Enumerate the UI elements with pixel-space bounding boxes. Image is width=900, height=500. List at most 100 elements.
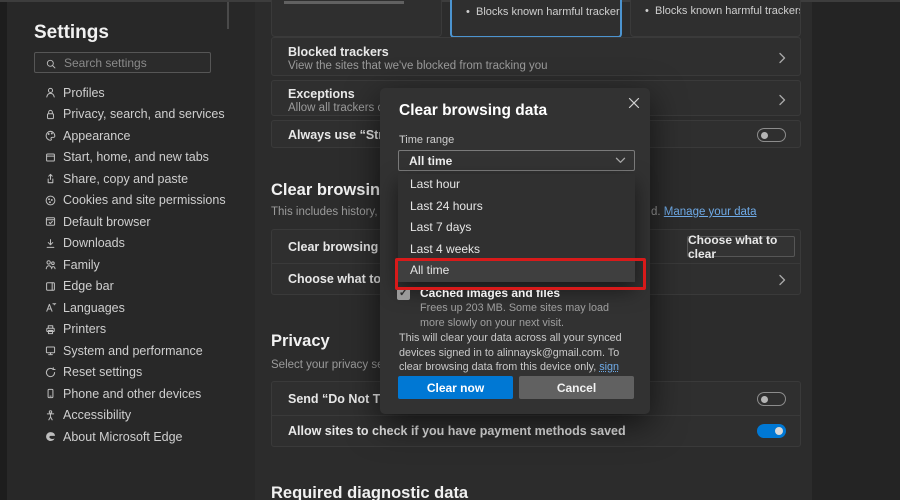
privacy-section-title: Privacy	[271, 332, 330, 351]
default-browser-icon	[44, 215, 57, 228]
sidebar-item-profiles[interactable]: Profiles	[44, 82, 244, 104]
sidebar-item-accessibility[interactable]: Accessibility	[44, 405, 244, 427]
choose-what-to-clear-button[interactable]: Choose what to clear	[687, 236, 795, 257]
edge-logo-icon	[44, 430, 57, 443]
sidebar-item-edge-bar[interactable]: Edge bar	[44, 276, 244, 298]
sidebar-item-label: Privacy, search, and services	[63, 107, 225, 121]
sidebar-item-reset[interactable]: Reset settings	[44, 362, 244, 384]
sidebar-nav: Profiles Privacy, search, and services A…	[44, 82, 244, 448]
appearance-icon	[44, 129, 57, 142]
payment-methods-toggle[interactable]	[757, 424, 786, 438]
sidebar-item-label: Languages	[63, 301, 125, 315]
privacy-icon	[44, 108, 57, 121]
cancel-button[interactable]: Cancel	[519, 376, 634, 399]
sidebar-item-system[interactable]: System and performance	[44, 340, 244, 362]
option-last-4-weeks[interactable]: Last 4 weeks	[398, 239, 635, 261]
dialog-title: Clear browsing data	[399, 102, 547, 120]
sync-note-text: This will clear your data across all you…	[399, 332, 622, 373]
sidebar-item-label: Share, copy and paste	[63, 172, 188, 186]
accessibility-icon	[44, 409, 57, 422]
profiles-icon	[44, 86, 57, 99]
sidebar-item-label: Appearance	[63, 129, 130, 143]
sidebar-item-start-home[interactable]: Start, home, and new tabs	[44, 147, 244, 169]
search-input[interactable]: Search settings	[34, 52, 211, 73]
card-bullet-text: Blocks known harmful trackers	[476, 6, 622, 18]
option-last-hour[interactable]: Last hour	[398, 174, 635, 196]
sidebar-item-label: Family	[63, 258, 100, 272]
bullet-glyph: •	[645, 5, 649, 17]
clipped-text-line	[284, 1, 404, 4]
chevron-right-icon[interactable]	[778, 93, 788, 111]
option-all-time[interactable]: All time	[398, 260, 635, 282]
sidebar-item-label: Start, home, and new tabs	[63, 150, 209, 164]
start-home-icon	[44, 151, 57, 164]
option-last-24-hours[interactable]: Last 24 hours	[398, 196, 635, 218]
desc-fragment: d.	[651, 206, 661, 218]
cached-images-checkbox[interactable]: ✓	[397, 287, 410, 300]
printers-icon	[44, 323, 57, 336]
sidebar-item-share[interactable]: Share, copy and paste	[44, 168, 244, 190]
chevron-down-icon	[615, 152, 626, 170]
row-title: Blocked trackers	[288, 45, 389, 59]
sidebar-item-cookies[interactable]: Cookies and site permissions	[44, 190, 244, 212]
time-range-label: Time range	[399, 134, 454, 146]
clear-now-button[interactable]: Clear now	[398, 376, 513, 399]
sidebar-item-downloads[interactable]: Downloads	[44, 233, 244, 255]
chevron-right-icon[interactable]	[778, 273, 788, 291]
checkbox-label: Cached images and files	[420, 286, 560, 300]
cookies-icon	[44, 194, 57, 207]
search-icon	[45, 57, 57, 69]
downloads-icon	[44, 237, 57, 250]
tracking-level-card-strict[interactable]: • Blocks known harmful trackers	[630, 0, 801, 37]
sidebar-item-label: System and performance	[63, 344, 203, 358]
page-title: Settings	[34, 22, 109, 44]
sidebar-item-label: Downloads	[63, 236, 125, 250]
time-range-dropdown: Last hour Last 24 hours Last 7 days Last…	[398, 174, 635, 282]
edge-bar-icon	[44, 280, 57, 293]
row-title: Allow sites to check if you have payment…	[288, 424, 626, 438]
sidebar-item-label: Edge bar	[63, 279, 114, 293]
card-divider	[272, 415, 800, 416]
phone-icon	[44, 387, 57, 400]
bullet-glyph: •	[466, 6, 470, 18]
search-placeholder: Search settings	[64, 56, 147, 70]
languages-icon	[44, 301, 57, 314]
manage-your-data-link[interactable]: Manage your data	[664, 206, 757, 218]
selected-value: All time	[409, 154, 452, 168]
blocked-trackers-row[interactable]: Blocked trackers View the sites that we'…	[271, 37, 801, 76]
tracking-level-card-basic[interactable]	[271, 0, 442, 37]
row-title: Exceptions	[288, 87, 355, 101]
sidebar-item-family[interactable]: Family	[44, 254, 244, 276]
family-icon	[44, 258, 57, 271]
sidebar-item-label: About Microsoft Edge	[63, 430, 183, 444]
sidebar-item-privacy[interactable]: Privacy, search, and services	[44, 104, 244, 126]
close-icon[interactable]	[628, 96, 640, 114]
sidebar-scrollbar[interactable]	[227, 2, 229, 29]
option-last-7-days[interactable]: Last 7 days	[398, 217, 635, 239]
tracking-level-card-balanced[interactable]: • Blocks known harmful trackers	[450, 0, 622, 38]
sidebar-item-appearance[interactable]: Appearance	[44, 125, 244, 147]
sidebar-item-label: Reset settings	[63, 365, 142, 379]
sidebar-item-label: Phone and other devices	[63, 387, 201, 401]
sidebar-item-about-edge[interactable]: About Microsoft Edge	[44, 426, 244, 448]
sidebar-item-default-browser[interactable]: Default browser	[44, 211, 244, 233]
right-margin	[812, 0, 900, 500]
sidebar-item-label: Profiles	[63, 86, 105, 100]
window-left-edge	[0, 0, 7, 500]
chevron-right-icon[interactable]	[778, 51, 788, 69]
row-desc: View the sites that we've blocked from t…	[288, 60, 548, 72]
sidebar-item-printers[interactable]: Printers	[44, 319, 244, 341]
diagnostics-section-title: Required diagnostic data	[271, 484, 468, 500]
sidebar-item-label: Printers	[63, 322, 106, 336]
time-range-select[interactable]: All time	[398, 150, 635, 171]
edge-settings-window: Settings Search settings Profiles Privac…	[0, 0, 900, 500]
card-bullet-text: Blocks known harmful trackers	[655, 5, 801, 17]
do-not-track-toggle[interactable]	[757, 392, 786, 406]
sidebar-item-phone[interactable]: Phone and other devices	[44, 383, 244, 405]
reset-icon	[44, 366, 57, 379]
sidebar-item-label: Accessibility	[63, 408, 131, 422]
checkbox-desc: Frees up 203 MB. Some sites may load mor…	[420, 301, 625, 330]
strict-tracking-toggle[interactable]	[757, 128, 786, 142]
sidebar-item-label: Default browser	[63, 215, 151, 229]
sidebar-item-languages[interactable]: Languages	[44, 297, 244, 319]
